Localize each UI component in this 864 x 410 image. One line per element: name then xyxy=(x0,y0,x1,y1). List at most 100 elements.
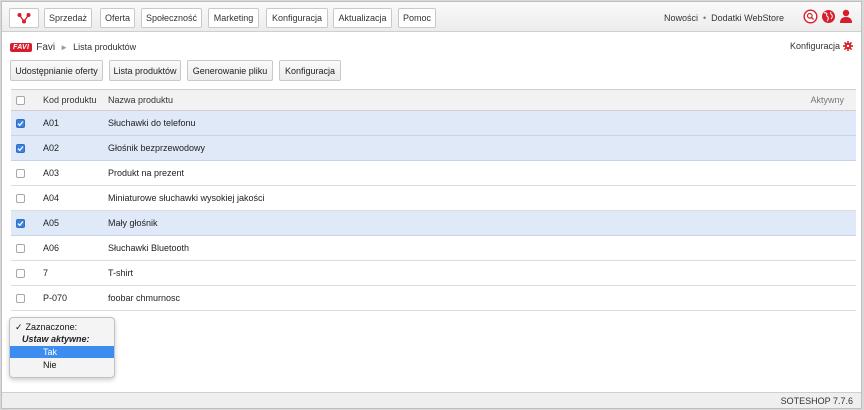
tab-udostepnianie-oferty[interactable]: Udostępnianie oferty xyxy=(10,60,103,81)
table-header: Kod produktu Nazwa produktu Aktywny xyxy=(11,90,856,111)
product-code: A06 xyxy=(43,243,60,253)
row-checkbox[interactable] xyxy=(16,168,25,178)
product-name[interactable]: Głośnik bezprzewodowy xyxy=(108,136,205,160)
version-label: SOTESHOP 7.7.6 xyxy=(780,396,853,406)
soteshop-logo-icon xyxy=(17,13,31,24)
product-code: A04 xyxy=(43,193,60,203)
tab-label: Konfiguracja xyxy=(284,65,336,76)
top-links: Nowości • Dodatki WebStore xyxy=(664,13,784,23)
product-code: 7 xyxy=(43,268,49,278)
tab-label: Udostępnianie oferty xyxy=(15,65,98,76)
globe-icon[interactable] xyxy=(821,9,836,24)
top-navigation: Sprzedaż Oferta Społeczność Marketing Ko… xyxy=(2,2,861,32)
row-checkbox[interactable] xyxy=(16,118,25,128)
select-all-checkbox[interactable] xyxy=(16,95,25,105)
product-name[interactable]: Miniaturowe słuchawki wysokiej jakości xyxy=(108,186,265,210)
nav-item-spolecznosc[interactable]: Społeczność xyxy=(141,8,202,28)
nav-item-label: Sprzedaż xyxy=(48,13,88,23)
menu-option-nie[interactable]: Nie xyxy=(10,359,114,371)
product-name[interactable]: Mały głośnik xyxy=(108,211,158,235)
table-row[interactable]: A03 Produkt na prezent xyxy=(11,161,856,186)
news-link[interactable]: Nowości xyxy=(664,13,698,23)
nav-item-label: Społeczność xyxy=(145,13,198,23)
nav-item-label: Marketing xyxy=(213,13,254,23)
nav-item-aktualizacja[interactable]: Aktualizacja xyxy=(333,8,392,28)
row-checkbox-cell xyxy=(16,161,25,185)
menu-option-tak[interactable]: Tak xyxy=(10,346,114,358)
table-row[interactable]: A05 Mały głośnik xyxy=(11,211,856,236)
app-window: Sprzedaż Oferta Społeczność Marketing Ko… xyxy=(1,1,862,409)
nav-item-label: Pomoc xyxy=(402,13,431,23)
tab-label: Generowanie pliku xyxy=(192,65,268,76)
row-checkbox-cell xyxy=(16,136,25,160)
checkmark-icon xyxy=(17,220,24,226)
home-logo-button[interactable] xyxy=(9,8,39,28)
header-active[interactable]: Aktywny xyxy=(810,90,844,110)
checkmark-icon xyxy=(17,120,24,126)
footer: SOTESHOP 7.7.6 xyxy=(2,392,861,408)
nav-item-label: Aktualizacja xyxy=(338,13,387,23)
table-row[interactable]: 7 T-shirt xyxy=(11,261,856,286)
breadcrumb: FAVI Favi ► Lista produktów xyxy=(10,40,136,54)
product-table: Kod produktu Nazwa produktu Aktywny A01 S… xyxy=(11,89,856,311)
table-row[interactable]: A04 Miniaturowe słuchawki wysokiej jakośc… xyxy=(11,186,856,211)
header-name[interactable]: Nazwa produktu xyxy=(108,90,173,110)
selection-actions-menu: ✓ Zaznaczone: Ustaw aktywne: Tak Nie xyxy=(9,317,115,378)
table-row[interactable]: A06 Słuchawki Bluetooth xyxy=(11,236,856,261)
product-name[interactable]: Słuchawki do telefonu xyxy=(108,111,196,135)
product-name[interactable]: foobar chmurnosc xyxy=(108,286,180,310)
nav-item-pomoc[interactable]: Pomoc xyxy=(398,8,436,28)
nav-item-konfiguracja[interactable]: Konfiguracja xyxy=(266,8,328,28)
search-icon[interactable] xyxy=(803,9,818,24)
header-checkbox-cell xyxy=(16,90,25,110)
product-name[interactable]: Produkt na prezent xyxy=(108,161,184,185)
row-checkbox-cell xyxy=(16,261,25,285)
tab-lista-produktow[interactable]: Lista produktów xyxy=(109,60,181,81)
tab-label: Lista produktów xyxy=(113,65,177,76)
menu-group-label: Ustaw aktywne: xyxy=(22,334,90,344)
menu-header: ✓ Zaznaczone: xyxy=(10,321,114,333)
header-code[interactable]: Kod produktu xyxy=(43,90,97,110)
breadcrumb-current: Lista produktów xyxy=(73,42,137,52)
row-checkbox[interactable] xyxy=(16,218,25,228)
breadcrumb-module[interactable]: Favi xyxy=(36,42,55,53)
table-body: A01 Słuchawki do telefonu A02 Głośnik bezpr… xyxy=(11,111,856,311)
row-checkbox-cell xyxy=(16,286,25,310)
row-checkbox[interactable] xyxy=(16,243,25,253)
tab-konfiguracja[interactable]: Konfiguracja xyxy=(279,60,341,81)
menu-header-label: Zaznaczone: xyxy=(25,322,78,332)
product-name[interactable]: T-shirt xyxy=(108,261,133,285)
product-code: A02 xyxy=(43,143,60,153)
gear-icon xyxy=(843,41,853,51)
table-row[interactable]: A02 Głośnik bezprzewodowy xyxy=(11,136,856,161)
configuration-link[interactable]: Konfiguracja xyxy=(790,41,853,51)
checkmark-icon xyxy=(17,145,24,151)
product-code: A05 xyxy=(43,218,60,228)
row-checkbox[interactable] xyxy=(16,293,25,303)
row-checkbox[interactable] xyxy=(16,143,25,153)
nav-item-label: Oferta xyxy=(104,13,130,23)
table-row[interactable]: P-070 foobar chmurnosc xyxy=(11,286,856,311)
favi-logo: FAVI xyxy=(10,42,33,52)
nav-item-sprzedaz[interactable]: Sprzedaż xyxy=(44,8,92,28)
nav-item-label: Konfiguracja xyxy=(271,13,323,23)
product-code: A01 xyxy=(43,118,60,128)
nav-item-oferta[interactable]: Oferta xyxy=(100,8,135,28)
row-checkbox[interactable] xyxy=(16,193,25,203)
nav-item-marketing[interactable]: Marketing xyxy=(208,8,259,28)
product-code: A03 xyxy=(43,168,60,178)
product-code: P-070 xyxy=(43,293,68,303)
user-icon[interactable] xyxy=(839,9,853,24)
check-mark-icon: ✓ xyxy=(15,321,23,332)
row-checkbox-cell xyxy=(16,211,25,235)
row-checkbox-cell xyxy=(16,186,25,210)
table-row[interactable]: A01 Słuchawki do telefonu xyxy=(11,111,856,136)
top-icons xyxy=(803,9,853,24)
product-name[interactable]: Słuchawki Bluetooth xyxy=(108,236,189,260)
addons-link[interactable]: Dodatki WebStore xyxy=(711,13,784,23)
row-checkbox-cell xyxy=(16,111,25,135)
breadcrumb-separator: ► xyxy=(60,42,69,52)
row-checkbox-cell xyxy=(16,236,25,260)
tab-generowanie-pliku[interactable]: Generowanie pliku xyxy=(187,60,273,81)
row-checkbox[interactable] xyxy=(16,268,25,278)
